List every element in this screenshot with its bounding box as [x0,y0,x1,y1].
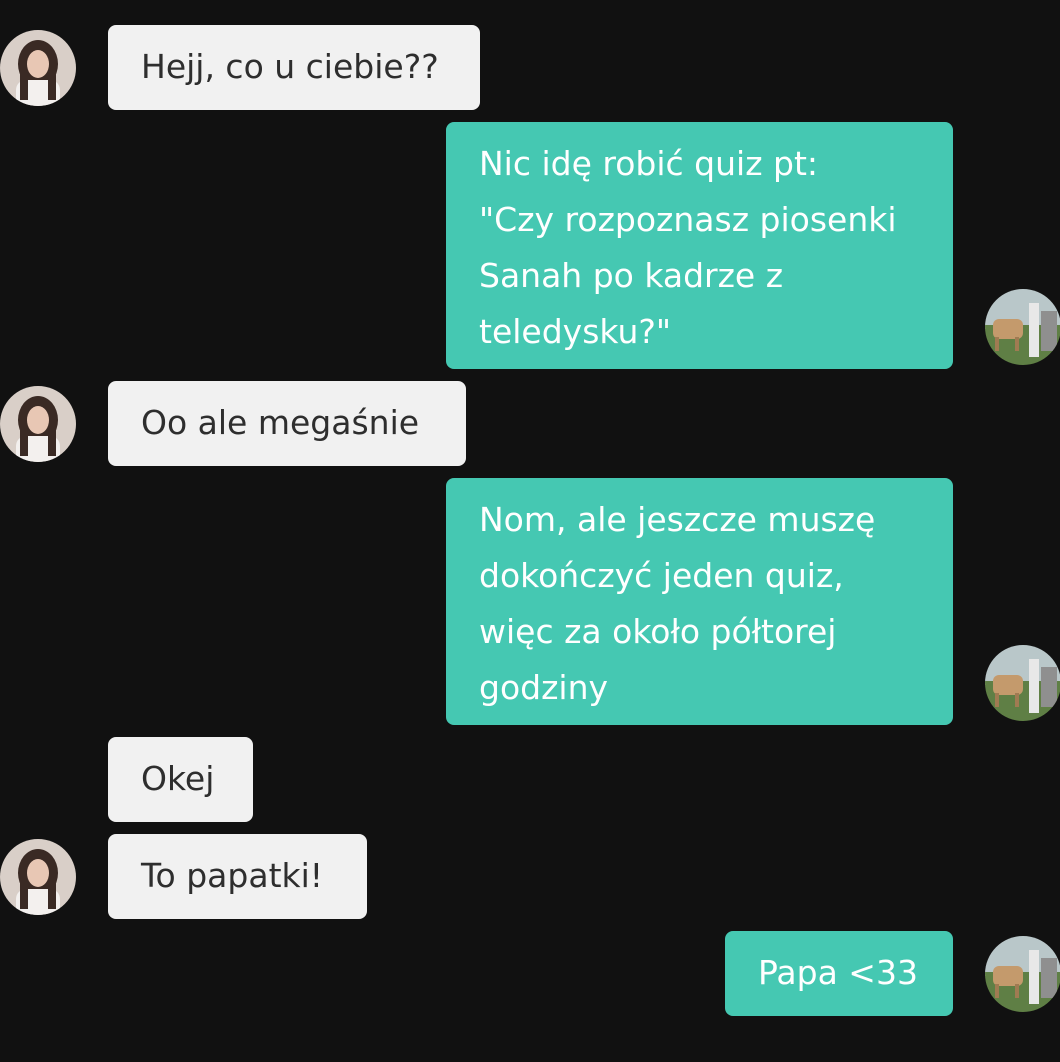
message-bubble-incoming[interactable]: Okej [108,737,253,822]
self-avatar-image [985,289,1060,365]
message-bubble-incoming[interactable]: Hejj, co u ciebie?? [108,25,480,110]
contact-avatar-image [0,30,76,106]
contact-avatar-image [0,386,76,462]
message-bubble-incoming[interactable]: Oo ale megaśnie [108,381,466,466]
self-avatar-image [985,645,1060,721]
message-text: Nom, ale jeszcze muszę [479,500,876,539]
message-text: Sanah po kadrze z [479,256,784,295]
message-text: "Czy rozpoznasz piosenki [479,200,897,239]
contact-avatar[interactable] [0,839,76,915]
message-text: To papatki! [141,856,324,895]
self-avatar[interactable] [985,289,1060,365]
message-text: Papa <33 [758,953,918,992]
message-text: więc za około półtorej [479,612,837,651]
message-bubble-outgoing[interactable]: Papa <33 [725,931,953,1016]
message-text: Nic idę robić quiz pt: [479,144,819,183]
self-avatar-image [985,936,1060,1012]
contact-avatar-image [0,839,76,915]
contact-avatar[interactable] [0,386,76,462]
contact-avatar[interactable] [0,30,76,106]
message-text: teledysku?" [479,312,672,351]
message-bubble-incoming[interactable]: To papatki! [108,834,367,919]
message-text: godziny [479,668,609,707]
message-text: Hejj, co u ciebie?? [141,47,439,86]
message-text: Okej [141,759,215,798]
self-avatar[interactable] [985,936,1060,1012]
message-bubble-outgoing[interactable]: Nic idę robić quiz pt: "Czy rozpoznasz p… [446,122,953,369]
message-bubble-outgoing[interactable]: Nom, ale jeszcze muszę dokończyć jeden q… [446,478,953,725]
self-avatar[interactable] [985,645,1060,721]
message-text: Oo ale megaśnie [141,403,420,442]
message-text: dokończyć jeden quiz, [479,556,844,595]
